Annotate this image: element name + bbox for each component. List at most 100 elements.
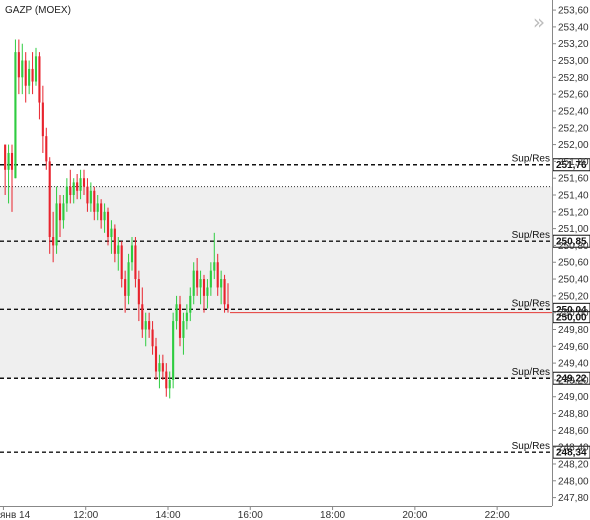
candle-body <box>69 186 72 196</box>
y-tick-label: 250,20 <box>558 291 589 302</box>
candle-body <box>14 52 17 179</box>
sup-res-label: Sup/Res <box>512 230 550 241</box>
y-tick-label: 249,40 <box>558 359 589 370</box>
y-tick-label: 247,80 <box>558 493 589 504</box>
candle-body <box>151 329 154 347</box>
x-tick-label: 18:00 <box>320 510 345 520</box>
price-chart[interactable]: Sup/Res251,76Sup/Res250,85Sup/Res250,04S… <box>0 0 590 520</box>
candle-body <box>106 211 110 238</box>
candle-body <box>148 321 151 330</box>
y-tick-label: 249,60 <box>558 342 589 353</box>
candle-body <box>113 228 116 254</box>
candle-body <box>82 178 86 187</box>
y-tick-label: 253,60 <box>558 6 589 17</box>
y-tick-label: 249,20 <box>558 375 589 386</box>
candle-body <box>48 161 51 238</box>
y-tick-label: 250,40 <box>558 275 589 286</box>
candle-body <box>209 270 212 288</box>
chart-title: GAZP (MOEX) <box>5 5 71 16</box>
candle-body <box>196 270 199 288</box>
candle-body <box>34 56 38 82</box>
candle-body <box>141 304 144 330</box>
candle-body <box>79 178 82 191</box>
y-tick-label: 252,00 <box>558 140 589 151</box>
y-tick-label: 252,20 <box>558 123 589 134</box>
sup-res-label: Sup/Res <box>512 441 550 452</box>
candle-body <box>220 279 223 288</box>
y-tick-label: 248,20 <box>558 459 589 470</box>
candle-body <box>117 245 120 254</box>
x-tick-label: янв 14 <box>0 510 31 520</box>
candle-body <box>168 379 171 389</box>
x-tick-label: 14:00 <box>155 510 180 520</box>
y-tick-label: 251,40 <box>558 191 589 202</box>
candle-body <box>24 60 27 86</box>
candle-body <box>4 144 7 170</box>
shaded-zone <box>0 186 552 379</box>
y-tick-label: 248,40 <box>558 443 589 454</box>
y-tick-label: 249,80 <box>558 325 589 336</box>
y-tick-label: 252,80 <box>558 73 589 84</box>
candle-body <box>134 245 137 280</box>
candle-body <box>76 182 79 191</box>
candle-body <box>158 363 161 372</box>
candle-body <box>202 279 206 296</box>
y-tick-label: 251,20 <box>558 207 589 218</box>
x-tick-label: 12:00 <box>73 510 98 520</box>
candle-body <box>62 203 65 221</box>
candle-body <box>7 152 10 170</box>
candle-body <box>86 186 89 204</box>
candle-body <box>110 228 113 238</box>
candle-body <box>206 287 209 296</box>
candle-body <box>161 363 164 372</box>
y-tick-label: 253,00 <box>558 56 589 67</box>
candle-body <box>65 186 68 204</box>
candle-body <box>10 152 14 170</box>
x-tick-label: 20:00 <box>402 510 427 520</box>
candle-body <box>103 211 106 221</box>
candle-body <box>120 245 123 280</box>
candle-body <box>31 68 34 82</box>
chevrons-right-icon[interactable]: » <box>528 11 550 33</box>
candle-body <box>182 321 185 338</box>
y-tick-label: 252,40 <box>558 106 589 117</box>
y-tick-label: 248,60 <box>558 426 589 437</box>
x-tick-label: 16:00 <box>238 510 263 520</box>
candle-body <box>130 245 134 263</box>
candle-body <box>178 304 182 338</box>
y-tick-label: 251,80 <box>558 157 589 168</box>
y-tick-label: 251,60 <box>558 174 589 185</box>
candle-body <box>72 182 75 196</box>
candle-body <box>124 279 127 296</box>
candle-body <box>28 68 31 86</box>
candle-body <box>185 312 188 322</box>
y-tick-label: 250,60 <box>558 258 589 269</box>
y-tick-label: 250,80 <box>558 241 589 252</box>
sup-res-label: Sup/Res <box>512 298 550 309</box>
y-tick-label: 253,20 <box>558 39 589 50</box>
y-tick-label: 250,00 <box>558 308 589 319</box>
candle-body <box>213 262 216 271</box>
y-tick-label: 248,00 <box>558 476 589 487</box>
candle-body <box>17 52 20 78</box>
candle-body <box>52 237 55 246</box>
candle-body <box>58 203 62 221</box>
y-tick-label: 251,00 <box>558 224 589 235</box>
candle-body <box>154 346 158 372</box>
candle-body <box>137 279 140 305</box>
candle-body <box>189 295 192 313</box>
candle-body <box>55 203 58 246</box>
zone-band <box>0 186 552 379</box>
y-tick-label: 249,00 <box>558 392 589 403</box>
candle-body <box>100 203 103 221</box>
candle-body <box>38 56 41 103</box>
candle-body <box>45 136 48 162</box>
candle-body <box>96 203 99 212</box>
y-tick-label: 252,60 <box>558 90 589 101</box>
candle-body <box>226 304 230 309</box>
candle-body <box>41 102 44 137</box>
y-tick-label: 248,80 <box>558 409 589 420</box>
candle-body <box>199 279 202 288</box>
sup-res-label: Sup/Res <box>512 367 550 378</box>
candle-body <box>165 371 168 389</box>
